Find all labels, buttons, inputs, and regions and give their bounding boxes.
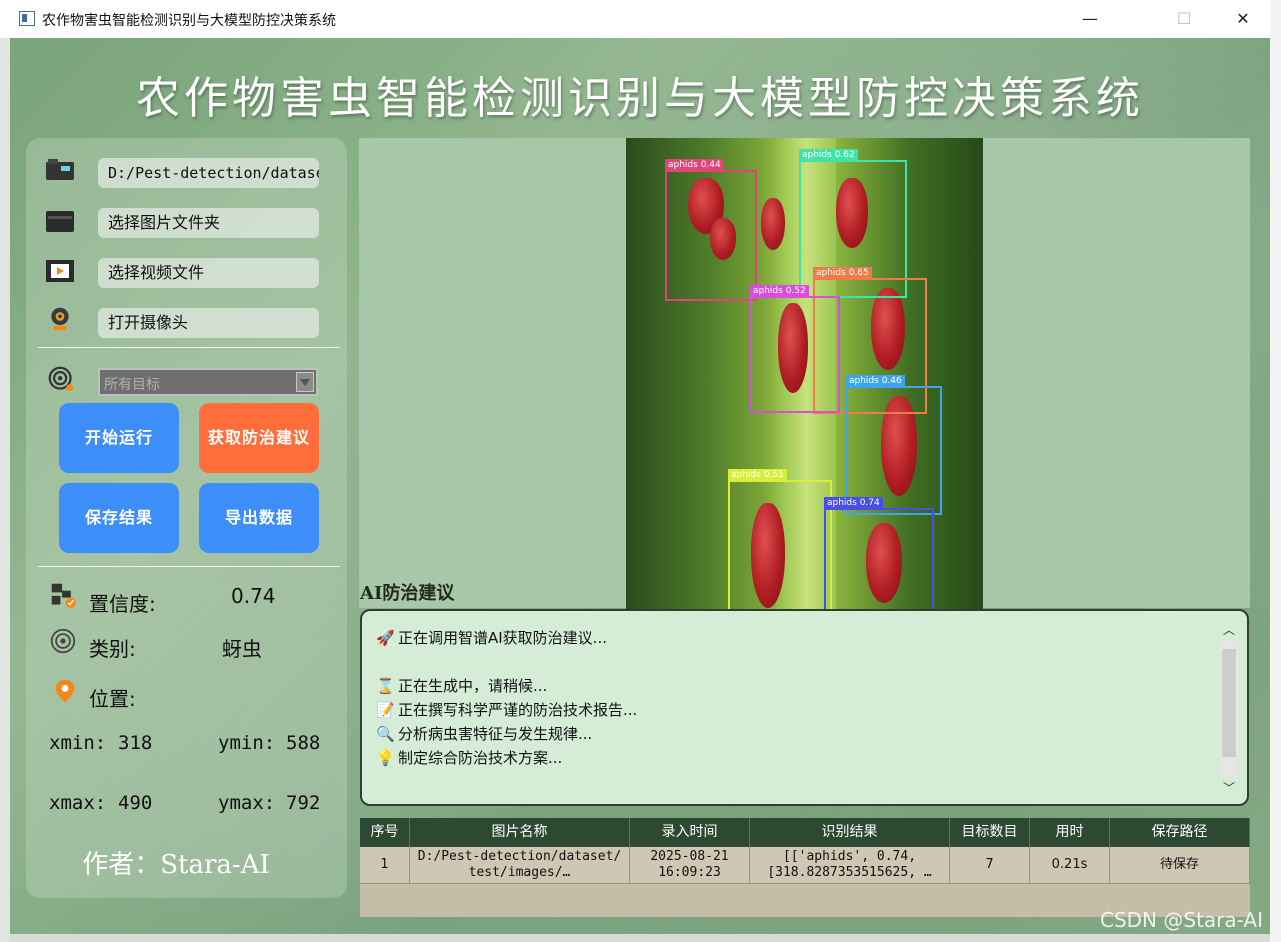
class-icon [50, 628, 76, 654]
rocket-icon: 🚀 [376, 629, 395, 647]
target-icon [48, 366, 74, 392]
target-select-value: 所有目标 [104, 377, 160, 393]
detection-label: aphids 0.74 [824, 497, 883, 509]
detection-label: aphids 0.44 [665, 159, 724, 171]
start-button[interactable]: 开始运行 [59, 403, 179, 473]
ai-advice-textbox[interactable]: 🚀 正在调用智谱AI获取防治建议... ⌛ 正在生成中，请稍候... 📝 正在撰写科学… [360, 609, 1249, 806]
table-cell[interactable]: 待保存 [1110, 847, 1250, 884]
select-video-button[interactable]: 选择视频文件 [98, 258, 319, 288]
select-folder-button[interactable]: 选择图片文件夹 [98, 208, 319, 238]
app-title: 农作物害虫智能检测识别与大模型防控决策系统 [136, 73, 1144, 124]
column-header[interactable]: 录入时间 [630, 818, 750, 847]
ymax-value: 792 [286, 792, 321, 814]
detection-label: aphids 0.62 [799, 149, 858, 161]
get-advice-button[interactable]: 获取防治建议 [199, 403, 319, 473]
column-header[interactable]: 保存路径 [1110, 818, 1250, 847]
author-label: 作者：Stara-AI [82, 850, 270, 880]
ymax-label: ymax: [218, 792, 276, 814]
ai-line: 🚀 正在调用智谱AI获取防治建议... [376, 629, 607, 647]
memo-icon: 📝 [376, 701, 395, 719]
ai-advice-heading: AI防治建议 [360, 583, 455, 604]
scroll-down-icon[interactable]: ﹀ [1220, 779, 1238, 797]
aphid [761, 198, 785, 250]
separator [38, 566, 340, 567]
column-header[interactable]: 图片名称 [410, 818, 630, 847]
location-pin-icon [55, 679, 75, 703]
save-results-button[interactable]: 保存结果 [59, 483, 179, 553]
path-icon [46, 159, 74, 180]
detection-box: aphids 0.46 [846, 375, 942, 515]
chevron-down-icon[interactable] [296, 372, 314, 392]
class-value: 蚜虫 [222, 637, 262, 661]
ymin-value: 588 [286, 732, 321, 754]
export-data-button[interactable]: 导出数据 [199, 483, 319, 553]
maximize-button[interactable]: ☐ [1161, 4, 1207, 34]
position-label: 位置: [89, 687, 136, 711]
xmin-label: xmin: [49, 732, 107, 754]
path-field[interactable]: D:/Pest-detection/dataset/test/images/ [98, 158, 319, 188]
window-title: 农作物害虫智能检测识别与大模型防控决策系统 [42, 13, 336, 29]
magnifier-icon: 🔍 [376, 725, 395, 743]
ai-line: ⌛ 正在生成中，请稍候... [376, 677, 548, 695]
video-icon [46, 260, 74, 282]
background-window-edge [1270, 0, 1281, 942]
detection-label: aphids 0.46 [846, 375, 905, 387]
column-header[interactable]: 目标数目 [950, 818, 1030, 847]
confidence-icon [51, 583, 76, 608]
app-icon [19, 11, 35, 26]
minimize-button[interactable]: — [1067, 4, 1113, 34]
results-table: 序号 图片名称 录入时间 识别结果 目标数目 用时 保存路径 1 D:/Pest… [360, 818, 1250, 917]
image-display: aphids 0.44 aphids 0.62 aphids 0.65 aphi… [359, 138, 1250, 638]
ai-scrollbar[interactable]: ︿ ﹀ [1218, 619, 1240, 799]
window-titlebar: 农作物害虫智能检测识别与大模型防控决策系统 — ☐ ✕ [0, 0, 1270, 39]
close-button[interactable]: ✕ [1220, 4, 1266, 34]
detection-box: aphids 0.44 [665, 159, 757, 301]
camera-icon [51, 307, 69, 331]
lightbulb-icon: 💡 [376, 749, 395, 767]
table-cell[interactable]: D:/Pest-detection/dataset/ test/images/… [410, 847, 630, 884]
detection-box: aphids 0.51 [728, 469, 832, 622]
table-cell[interactable]: 1 [360, 847, 410, 884]
table-cell[interactable]: 7 [950, 847, 1030, 884]
table-cell[interactable]: 0.21s [1030, 847, 1110, 884]
ai-line: 📝 正在撰写科学严谨的防治技术报告... [376, 701, 638, 719]
watermark: CSDN @Stara-AI [1100, 908, 1264, 932]
table-header: 序号 图片名称 录入时间 识别结果 目标数目 用时 保存路径 [360, 818, 1250, 847]
scroll-thumb[interactable] [1222, 649, 1236, 757]
scroll-up-icon[interactable]: ︿ [1220, 621, 1238, 639]
detection-label: aphids 0.52 [750, 285, 809, 297]
xmax-label: xmax: [49, 792, 107, 814]
detection-image: aphids 0.44 aphids 0.62 aphids 0.65 aphi… [626, 138, 983, 638]
target-select[interactable]: 所有目标 [98, 368, 318, 396]
ai-line: 🔍 分析病虫害特征与发生规律... [376, 725, 593, 743]
ymin-label: ymin: [218, 732, 276, 754]
main-window: 农作物害虫智能检测识别与大模型防控决策系统 D:/Pest-detection/… [10, 38, 1270, 934]
table-cell[interactable]: 2025-08-21 16:09:23 [630, 847, 750, 884]
open-camera-button[interactable]: 打开摄像头 [98, 308, 319, 338]
xmin-value: 318 [118, 732, 153, 754]
detection-label: aphids 0.65 [813, 267, 872, 279]
confidence-value: 0.74 [231, 584, 276, 608]
xmax-value: 490 [118, 792, 153, 814]
background-window-edge-bottom [10, 934, 1270, 942]
ai-line: 💡 制定综合防治技术方案... [376, 749, 563, 767]
folder-icon [46, 211, 74, 232]
detection-box: aphids 0.52 [750, 285, 840, 413]
hourglass-icon: ⌛ [376, 677, 395, 695]
control-panel: D:/Pest-detection/dataset/test/images/ 选… [26, 138, 347, 898]
detection-label: aphids 0.51 [728, 469, 787, 481]
separator [38, 347, 340, 348]
class-label: 类别: [89, 637, 136, 661]
column-header[interactable]: 用时 [1030, 818, 1110, 847]
background-window-edge-left [0, 38, 10, 942]
table-cell[interactable]: [['aphids', 0.74, [318.8287353515625, … [750, 847, 950, 884]
confidence-label: 置信度: [89, 592, 156, 616]
column-header[interactable]: 识别结果 [750, 818, 950, 847]
column-header[interactable]: 序号 [360, 818, 410, 847]
